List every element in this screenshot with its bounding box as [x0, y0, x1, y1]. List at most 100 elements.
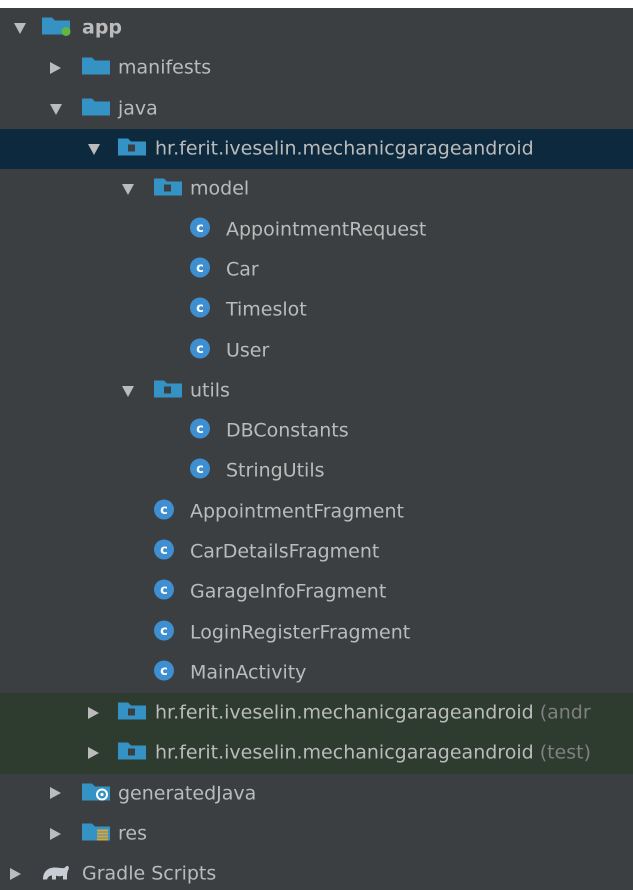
resources-folder-icon	[80, 820, 112, 849]
folder-icon	[80, 54, 112, 83]
chevron-right-icon[interactable]	[88, 706, 99, 719]
tree-row[interactable]: hr.ferit.iveselin.mechanicgarageandroid …	[0, 693, 633, 734]
tree-row[interactable]: java	[0, 89, 633, 129]
chevron-right-icon[interactable]	[50, 827, 61, 840]
tree-row-name: generatedJava	[118, 782, 257, 805]
tree-row[interactable]: c AppointmentFragment	[0, 492, 633, 532]
tree-row-label: DBConstants	[226, 420, 349, 442]
class-icon: c	[152, 497, 176, 526]
svg-text:c: c	[160, 503, 168, 518]
tree-row-name: Timeslot	[226, 298, 307, 321]
tree-row-name: model	[190, 177, 250, 200]
tree-row-label: app	[82, 17, 122, 39]
tree-row-name: app	[82, 16, 123, 39]
chevron-down-icon[interactable]	[14, 23, 26, 35]
chevron-right-icon[interactable]	[10, 867, 21, 880]
chevron-down-icon[interactable]	[50, 103, 62, 115]
tree-row[interactable]: c GarageInfoFragment	[0, 572, 633, 612]
tree-row[interactable]: c AppointmentRequest	[0, 209, 633, 249]
tree-row[interactable]: c CarDetailsFragment	[0, 532, 633, 572]
tree-row-label: StringUtils	[226, 460, 325, 482]
tree-row[interactable]: generatedJava	[0, 774, 633, 814]
chevron-right-icon[interactable]	[50, 61, 61, 74]
tree-row[interactable]: Gradle Scripts	[0, 854, 633, 890]
tree-row-name: utils	[190, 379, 230, 402]
module-folder-icon	[40, 14, 72, 43]
tree-row[interactable]: c LoginRegisterFragment	[0, 612, 633, 652]
tree-row-label: LoginRegisterFragment	[190, 621, 410, 643]
class-icon: c	[188, 417, 212, 446]
svg-text:c: c	[196, 462, 204, 477]
class-icon: c	[188, 336, 212, 365]
package-icon	[116, 739, 148, 768]
class-icon: c	[188, 296, 212, 325]
tree-row-suffix: (andr	[533, 701, 591, 724]
tree-row-label: model	[190, 178, 249, 200]
tree-row-name: AppointmentRequest	[226, 218, 427, 241]
chevron-down-icon[interactable]	[122, 184, 134, 196]
package-icon	[116, 135, 148, 164]
class-icon: c	[188, 255, 212, 284]
tree-row-name: hr.ferit.iveselin.mechanicgarageandroid	[155, 742, 534, 765]
package-icon	[152, 175, 184, 204]
tree-row[interactable]: c DBConstants	[0, 411, 633, 451]
tree-row[interactable]: res	[0, 814, 633, 854]
tree-row-name: StringUtils	[226, 459, 325, 482]
tree-row-label: User	[226, 339, 269, 361]
tree-row-label: generatedJava	[118, 782, 256, 804]
tree-row[interactable]: c Car	[0, 250, 633, 290]
tree-row-label: hr.ferit.iveselin.mechanicgarageandroid …	[155, 742, 591, 764]
package-icon	[152, 376, 184, 405]
svg-text:c: c	[160, 664, 168, 679]
tree-row-label: utils	[190, 379, 230, 401]
class-icon: c	[152, 578, 176, 607]
svg-text:c: c	[196, 342, 204, 357]
tree-row[interactable]: hr.ferit.iveselin.mechanicgarageandroid	[0, 128, 633, 170]
tree-row[interactable]: c User	[0, 330, 633, 370]
tree-row-label: AppointmentRequest	[226, 218, 426, 240]
chevron-right-icon[interactable]	[50, 787, 61, 800]
tree-row-name: manifests	[118, 56, 212, 79]
tree-row[interactable]: model	[0, 169, 633, 209]
tree-row-label: hr.ferit.iveselin.mechanicgarageandroid	[155, 138, 534, 160]
svg-text:c: c	[160, 624, 168, 639]
svg-text:c: c	[160, 543, 168, 558]
tree-row-name: LoginRegisterFragment	[190, 621, 411, 644]
tree-row-label: manifests	[118, 57, 211, 79]
class-icon: c	[152, 538, 176, 567]
tree-row-label: Car	[226, 258, 259, 280]
tree-row[interactable]: utils	[0, 371, 633, 411]
tree-row-name: MainActivity	[190, 661, 307, 684]
svg-text:c: c	[196, 301, 204, 316]
tree-row-name: Car	[226, 258, 259, 281]
generated-folder-icon	[80, 779, 112, 808]
source-folder-icon	[80, 94, 112, 123]
tree-row-name: GarageInfoFragment	[190, 580, 387, 603]
tree-row-label: GarageInfoFragment	[190, 581, 386, 603]
tree-row-label: CarDetailsFragment	[190, 541, 379, 563]
tree-row-label: Timeslot	[226, 299, 307, 321]
tree-row-label: java	[118, 97, 158, 119]
tree-row[interactable]: app	[0, 8, 633, 48]
tree-row[interactable]: c MainActivity	[0, 653, 633, 693]
tree-row-suffix: (test)	[533, 742, 592, 765]
tree-row-label: hr.ferit.iveselin.mechanicgarageandroid …	[155, 702, 591, 724]
tree-row-label: AppointmentFragment	[190, 500, 404, 522]
chevron-down-icon[interactable]	[88, 144, 100, 156]
package-icon	[116, 699, 148, 728]
tree-row[interactable]: c Timeslot	[0, 290, 633, 330]
svg-text:c: c	[196, 261, 204, 276]
tree-row-label: Gradle Scripts	[82, 863, 216, 885]
svg-text:c: c	[196, 422, 204, 437]
tree-row-name: User	[226, 339, 270, 362]
chevron-down-icon[interactable]	[122, 385, 134, 397]
tree-row[interactable]: hr.ferit.iveselin.mechanicgarageandroid …	[0, 733, 633, 774]
class-icon: c	[152, 658, 176, 687]
tree-row-name: CarDetailsFragment	[190, 540, 380, 563]
svg-text:c: c	[196, 221, 204, 236]
tree-row-name: Gradle Scripts	[82, 862, 217, 885]
tree-row[interactable]: c StringUtils	[0, 451, 633, 491]
tree-row[interactable]: manifests	[0, 48, 633, 88]
chevron-right-icon[interactable]	[88, 746, 99, 759]
class-icon: c	[152, 618, 176, 647]
